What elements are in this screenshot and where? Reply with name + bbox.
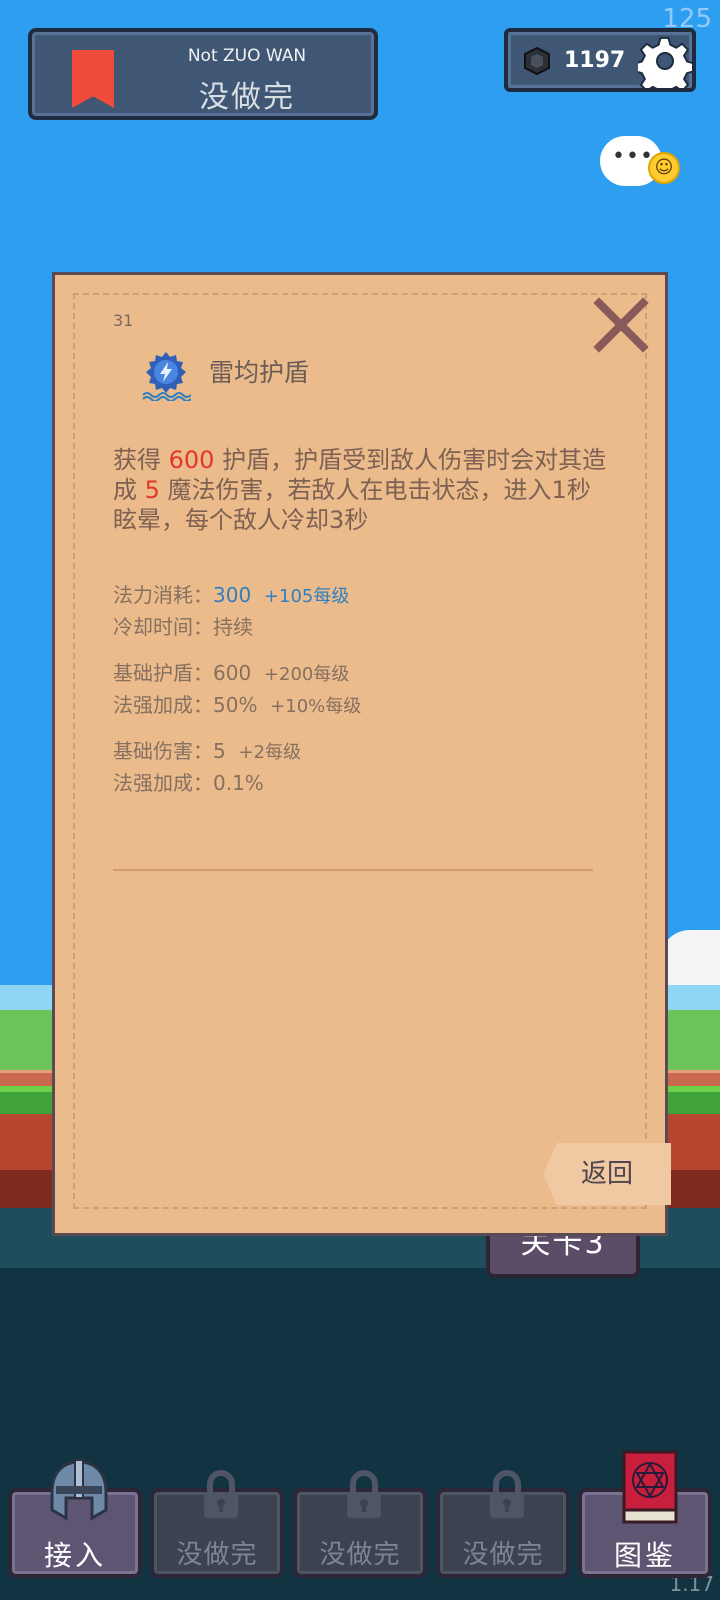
stat-growth: +200每级 bbox=[263, 664, 350, 685]
desc-part-3: 魔法伤害，若敌人在电击状态，进入1秒眩晕，每个敌人冷却3秒 bbox=[113, 476, 591, 534]
skill-id: 31 bbox=[113, 311, 134, 330]
stat-value: 600 bbox=[213, 661, 252, 685]
currency-bar: 1197 bbox=[504, 28, 696, 92]
damage-amount: 5 bbox=[144, 476, 160, 504]
back-button[interactable]: 返回 bbox=[543, 1143, 671, 1205]
skill-detail-panel: 31 雷均护盾 获得 600 护盾，护盾受到敌人伤害时会对其造成 5 魔法伤害，… bbox=[52, 272, 671, 1236]
divider bbox=[113, 869, 593, 871]
stat-cooldown: 冷却时间：持续 bbox=[113, 611, 253, 640]
nav-label: 没做完 bbox=[176, 1540, 258, 1570]
stat-shield-bonus: 法强加成：50% +10%每级 bbox=[113, 689, 361, 718]
currency-amount: 1197 bbox=[564, 48, 626, 73]
lightning-shield-icon bbox=[142, 352, 191, 401]
stat-growth: +105每级 bbox=[263, 586, 350, 607]
stat-base-shield: 基础护盾：600 +200每级 bbox=[113, 657, 349, 686]
stat-value: 0.1% bbox=[213, 771, 264, 795]
stat-label: 法强加成： bbox=[113, 771, 213, 795]
stat-growth: +2每级 bbox=[238, 742, 301, 763]
bookmark-icon bbox=[72, 50, 114, 108]
nav-label: 没做完 bbox=[462, 1540, 544, 1570]
stat-value: 300 bbox=[213, 583, 252, 607]
nav-label: 图鉴 bbox=[613, 1539, 676, 1572]
skill-description: 获得 600 护盾，护盾受到敌人伤害时会对其造成 5 魔法伤害，若敌人在电击状态… bbox=[113, 445, 613, 535]
stat-value: 50% bbox=[213, 693, 258, 717]
stat-mana-cost: 法力消耗：300 +105每级 bbox=[113, 579, 349, 608]
book-icon bbox=[622, 1450, 678, 1524]
stat-label: 基础护盾： bbox=[113, 661, 213, 685]
shield-amount: 600 bbox=[168, 446, 215, 474]
nav-label: 接入 bbox=[43, 1539, 106, 1572]
nav-codex-button[interactable]: 图鉴 bbox=[578, 1450, 712, 1578]
stat-value: 5 bbox=[213, 739, 226, 763]
gem-icon bbox=[524, 46, 550, 76]
close-icon[interactable] bbox=[591, 295, 651, 355]
lock-icon bbox=[347, 1470, 381, 1518]
banner-title: 没做完 bbox=[199, 80, 295, 115]
stat-label: 法强加成： bbox=[113, 693, 213, 717]
nav-locked-button-3[interactable]: 没做完 bbox=[436, 1470, 570, 1578]
stat-label: 法力消耗： bbox=[113, 583, 213, 607]
lock-icon bbox=[204, 1470, 238, 1518]
stat-base-damage: 基础伤害：5 +2每级 bbox=[113, 735, 301, 764]
nav-locked-button-2[interactable]: 没做完 bbox=[293, 1470, 427, 1578]
smiley-icon[interactable]: ☺ bbox=[648, 152, 680, 184]
stat-label: 冷却时间： bbox=[113, 615, 213, 639]
game-title-banner[interactable]: Not ZUO WAN 没做完 bbox=[28, 28, 378, 120]
stat-value: 持续 bbox=[213, 615, 253, 639]
skill-name: 雷均护盾 bbox=[209, 358, 310, 387]
nav-connect-button[interactable]: 接入 bbox=[8, 1459, 142, 1578]
nav-label: 没做完 bbox=[319, 1540, 401, 1570]
helmet-icon bbox=[50, 1459, 108, 1521]
stat-damage-bonus: 法强加成：0.1% bbox=[113, 767, 264, 796]
banner-subtitle: Not ZUO WAN bbox=[187, 46, 307, 66]
lock-icon bbox=[490, 1470, 524, 1518]
stat-growth: +10%每级 bbox=[270, 696, 362, 717]
cloud bbox=[660, 930, 720, 990]
stat-label: 基础伤害： bbox=[113, 739, 213, 763]
nav-locked-button-1[interactable]: 没做完 bbox=[150, 1470, 284, 1578]
gear-icon[interactable] bbox=[638, 34, 692, 88]
desc-part-1: 获得 bbox=[113, 446, 169, 474]
